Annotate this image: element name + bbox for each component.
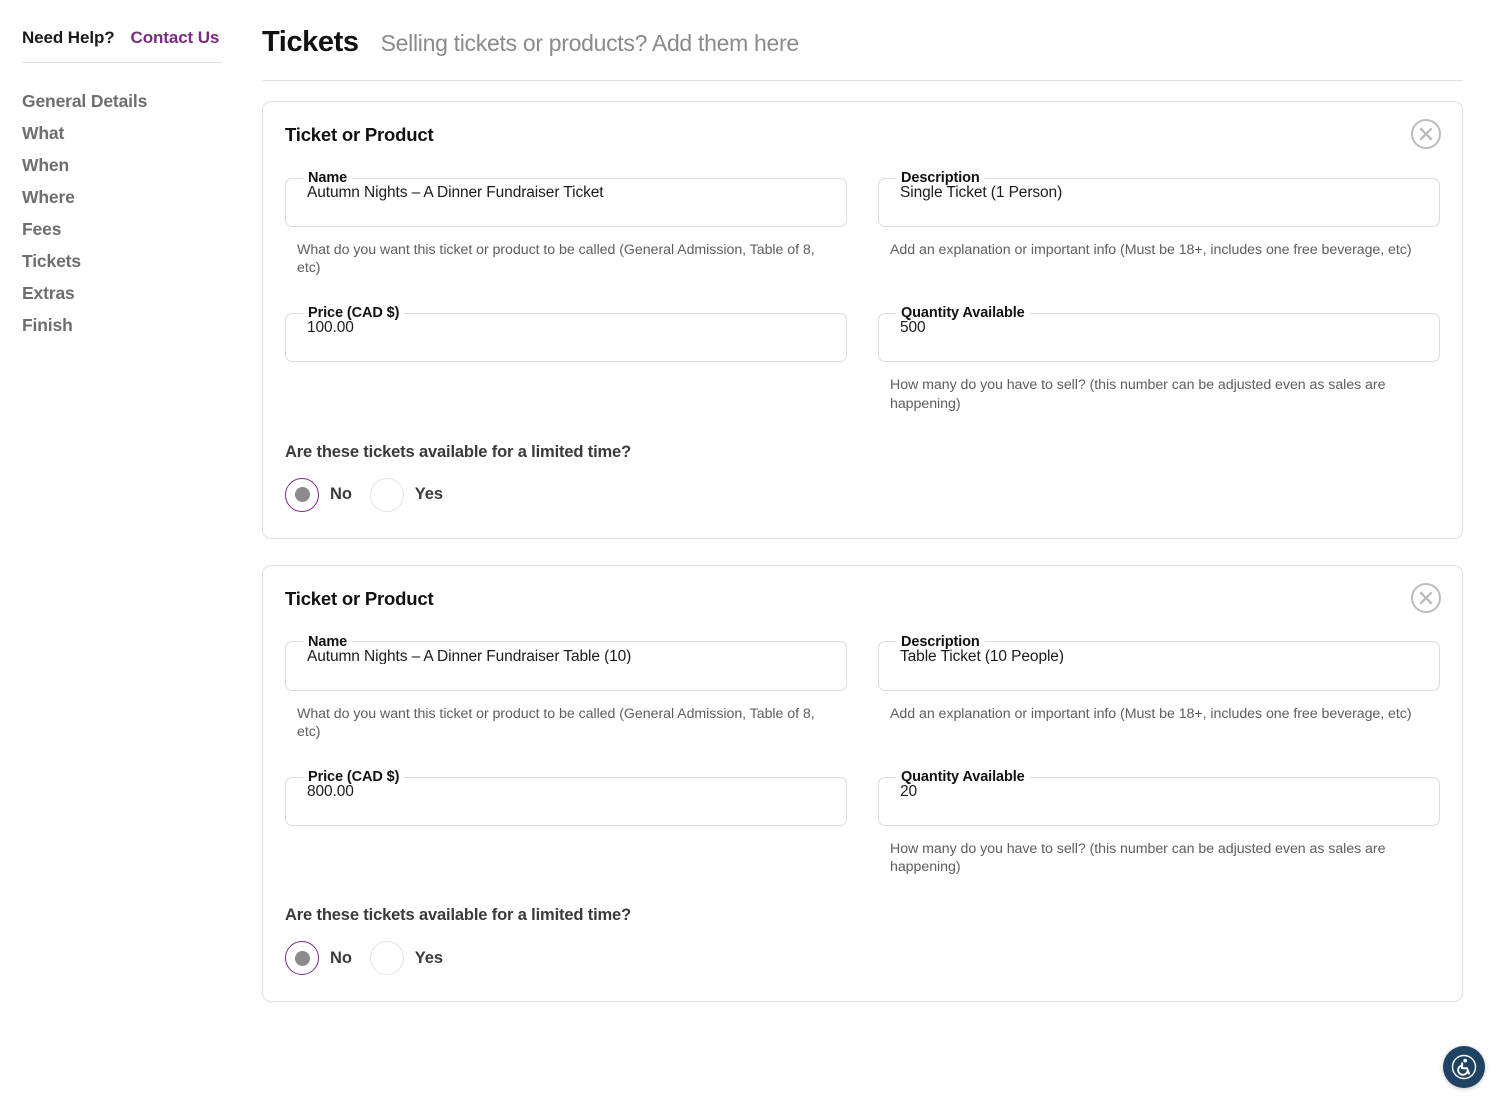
radio-circle-yes[interactable] <box>369 941 404 976</box>
description-label: Description <box>901 633 980 650</box>
sidebar-item-tickets[interactable]: Tickets <box>22 245 81 277</box>
price-quantity-row: Price (CAD $) 800.00 Quantity Available … <box>285 759 1440 876</box>
price-input[interactable]: 100.00 <box>286 320 846 336</box>
price-label: Price (CAD $) <box>308 305 400 322</box>
limited-time-question: Are these tickets available for a limite… <box>285 442 632 461</box>
name-label: Name <box>308 633 348 650</box>
description-label: Description <box>901 170 980 186</box>
ticket-card: Ticket or Product Name Autumn Nights – A… <box>262 101 1463 539</box>
name-label: Name <box>308 170 348 186</box>
name-cell: Name Autumn Nights – A Dinner Fundraiser… <box>285 624 847 741</box>
description-input[interactable]: Single Ticket (1 Person) <box>879 185 1439 201</box>
name-input[interactable]: Autumn Nights – A Dinner Fundraiser Tabl… <box>286 649 846 665</box>
quantity-cell: Quantity Available 500 How many do you h… <box>878 295 1440 412</box>
radio-circle-yes[interactable] <box>369 477 404 512</box>
page-title: Tickets <box>262 26 359 58</box>
quantity-cell: Quantity Available 20 How many do you ha… <box>878 759 1440 876</box>
card-title: Ticket or Product <box>285 587 434 609</box>
radio-label-no: No <box>330 948 352 967</box>
limited-time-question: Are these tickets available for a limite… <box>285 906 632 925</box>
description-cell: Description Single Ticket (1 Person) Add… <box>878 160 1440 277</box>
sidebar-item-where[interactable]: Where <box>22 181 75 213</box>
quantity-label: Quantity Available <box>901 769 1025 786</box>
radio-label-no: No <box>330 485 352 504</box>
radio-circle-no[interactable] <box>285 477 319 512</box>
price-label: Price (CAD $) <box>308 769 400 786</box>
radio-circle-no[interactable] <box>285 941 319 976</box>
radio-option-no[interactable]: No <box>285 477 370 512</box>
main-content: Tickets Selling tickets or products? Add… <box>244 0 1497 1098</box>
quantity-input[interactable]: 20 <box>879 784 1439 800</box>
description-helper-text: Add an explanation or important info (Mu… <box>890 705 1412 722</box>
limited-time-radio-group: No Yes <box>285 941 1440 976</box>
radio-dot-no <box>294 950 310 966</box>
accessibility-wheelchair-icon[interactable] <box>1443 1046 1485 1088</box>
sidebar: Need Help? Contact Us General Details Wh… <box>0 0 244 1098</box>
sidebar-item-finish[interactable]: Finish <box>22 309 73 341</box>
price-field[interactable]: Price (CAD $) 800.00 <box>285 769 847 827</box>
limited-time-radio-group: No Yes <box>285 477 1440 512</box>
row-spacer <box>285 277 1440 295</box>
name-description-row: Name Autumn Nights – A Dinner Fundraiser… <box>285 624 1440 741</box>
name-cell: Name Autumn Nights – A Dinner Fundraiser… <box>285 160 847 277</box>
page-subtitle: Selling tickets or products? Add them he… <box>380 30 800 56</box>
need-help-row: Need Help? Contact Us <box>22 28 244 48</box>
radio-label-yes: Yes <box>414 485 443 504</box>
sidebar-item-extras[interactable]: Extras <box>22 277 75 309</box>
description-field[interactable]: Description Table Ticket (10 People) <box>878 633 1440 691</box>
radio-option-no[interactable]: No <box>285 941 370 976</box>
sidebar-item-when[interactable]: When <box>22 149 69 181</box>
sidebar-item-fees[interactable]: Fees <box>22 213 61 245</box>
name-input[interactable]: Autumn Nights – A Dinner Fundraiser Tick… <box>286 185 846 201</box>
ticket-setup-page: Need Help? Contact Us General Details Wh… <box>0 0 1497 1098</box>
need-help-label: Need Help? <box>22 28 115 47</box>
close-circle-icon[interactable] <box>1410 582 1442 614</box>
quantity-field[interactable]: Quantity Available 500 <box>878 305 1440 363</box>
radio-dot-no <box>294 487 310 503</box>
contact-us-link[interactable]: Contact Us <box>131 28 220 48</box>
price-field[interactable]: Price (CAD $) 100.00 <box>285 305 847 363</box>
name-description-row: Name Autumn Nights – A Dinner Fundraiser… <box>285 160 1440 277</box>
sidebar-item-general-details[interactable]: General Details <box>22 85 147 117</box>
quantity-helper-text: How many do you have to sell? (this numb… <box>890 841 1386 876</box>
quantity-field[interactable]: Quantity Available 20 <box>878 769 1440 827</box>
price-cell: Price (CAD $) 100.00 <box>285 295 847 412</box>
quantity-input[interactable]: 500 <box>879 320 1439 336</box>
description-field[interactable]: Description Single Ticket (1 Person) <box>878 170 1440 227</box>
name-helper-text: What do you want this ticket or product … <box>297 705 815 740</box>
radio-label-yes: Yes <box>414 948 443 967</box>
page-header: Tickets Selling tickets or products? Add… <box>262 26 1463 59</box>
quantity-helper-text: How many do you have to sell? (this numb… <box>890 377 1386 412</box>
row-spacer <box>285 741 1440 759</box>
close-circle-icon[interactable] <box>1410 118 1442 150</box>
card-title: Ticket or Product <box>285 124 434 145</box>
sidebar-item-what[interactable]: What <box>22 117 64 149</box>
ticket-card-list: Ticket or Product Name Autumn Nights – A… <box>262 101 1463 1003</box>
description-cell: Description Table Ticket (10 People) Add… <box>878 624 1440 741</box>
price-input[interactable]: 800.00 <box>286 784 846 800</box>
description-helper-text: Add an explanation or important info (Mu… <box>890 242 1412 258</box>
radio-option-yes[interactable]: Yes <box>369 477 461 512</box>
name-helper-text: What do you want this ticket or product … <box>297 242 815 277</box>
price-quantity-row: Price (CAD $) 100.00 Quantity Available … <box>285 295 1440 412</box>
price-cell: Price (CAD $) 800.00 <box>285 759 847 876</box>
step-navigation: General Details What When Where Fees Tic… <box>22 85 244 341</box>
name-field[interactable]: Name Autumn Nights – A Dinner Fundraiser… <box>285 170 847 227</box>
header-divider <box>262 80 1463 81</box>
quantity-label: Quantity Available <box>901 305 1025 322</box>
description-input[interactable]: Table Ticket (10 People) <box>879 649 1439 665</box>
radio-option-yes[interactable]: Yes <box>369 941 461 976</box>
name-field[interactable]: Name Autumn Nights – A Dinner Fundraiser… <box>285 633 847 691</box>
ticket-card: Ticket or Product Name Autumn Nights – A… <box>262 564 1463 1003</box>
sidebar-divider <box>22 62 222 63</box>
